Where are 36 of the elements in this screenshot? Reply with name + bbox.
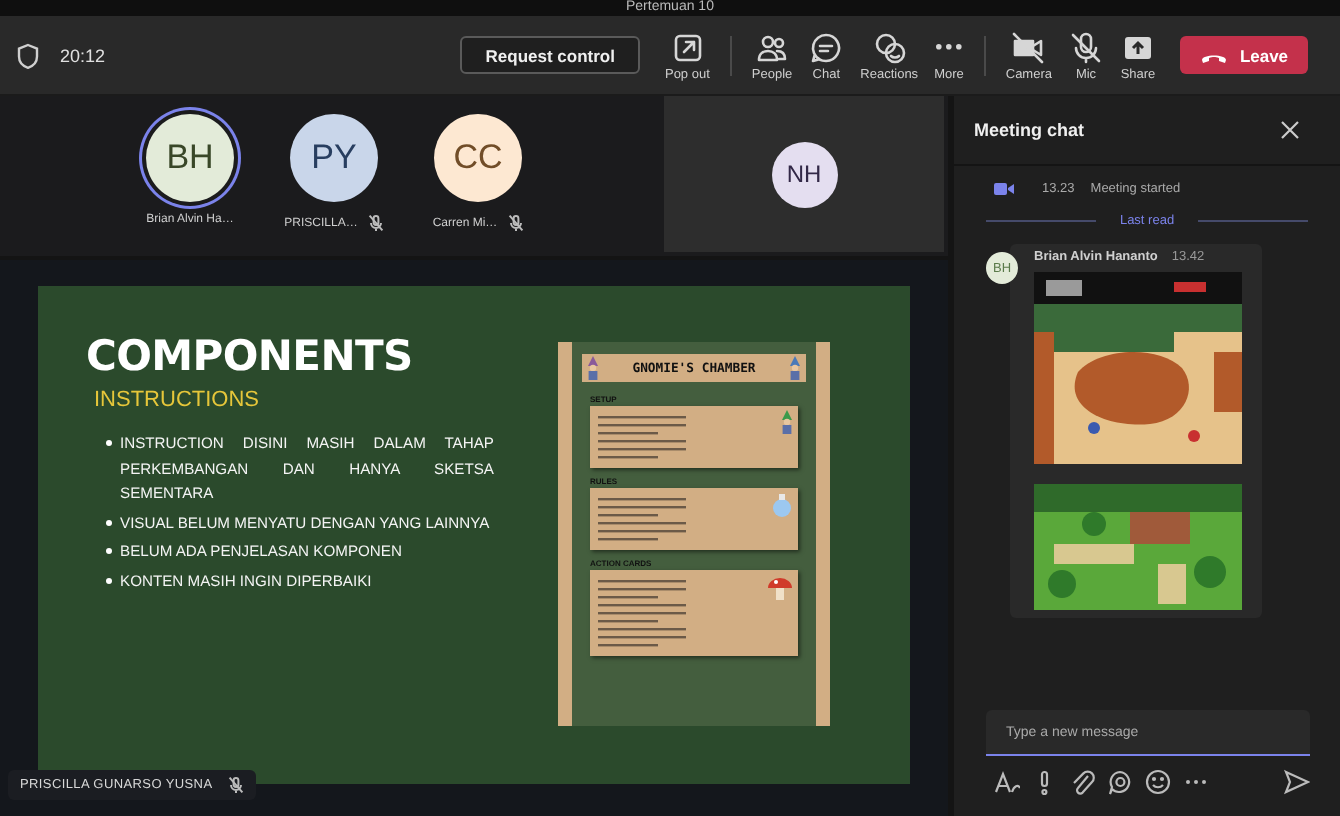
gnome-icon [586, 356, 600, 380]
participant-avatar[interactable]: PY [290, 114, 378, 202]
popout-icon [669, 29, 706, 65]
request-control-button[interactable]: Request control [459, 36, 641, 74]
bullet-icon [106, 548, 112, 554]
send-icon[interactable] [1282, 768, 1310, 796]
slide-subtitle: INSTRUCTIONS [94, 388, 261, 412]
text-lines-drawing [594, 574, 690, 652]
smiley-icon [871, 29, 908, 65]
format-icon[interactable] [992, 768, 1020, 796]
mushroom-icon [766, 574, 794, 602]
smiley-icon[interactable] [1144, 768, 1172, 796]
gnome-icon [780, 410, 794, 434]
leave-button[interactable]: Leave [1180, 36, 1308, 74]
slide-title: COMPONENTS [86, 330, 415, 382]
participant-avatar[interactable]: CC [434, 114, 522, 202]
close-icon[interactable] [1280, 120, 1300, 140]
loop-icon[interactable] [1106, 768, 1134, 796]
paperclip-icon[interactable] [1068, 768, 1096, 796]
text-lines-drawing [594, 410, 690, 464]
participant-avatar[interactable]: BH [146, 114, 234, 202]
potion-icon [770, 492, 794, 520]
chat-icon [808, 29, 845, 65]
mic-off-icon [1068, 29, 1104, 65]
bullet-icon [106, 440, 112, 446]
text-lines-drawing [594, 492, 690, 546]
meeting-timer: 20:12 [60, 45, 106, 65]
more-icon [935, 43, 962, 49]
camera-off-icon [1010, 29, 1047, 65]
participant-avatar[interactable]: NH [771, 141, 837, 207]
video-camera-icon [994, 182, 1014, 196]
gnome-icon [788, 356, 802, 380]
chat-title: Meeting chat [974, 120, 1085, 140]
bullet-icon [106, 519, 112, 525]
shield-icon [16, 41, 40, 69]
bullet-icon [106, 577, 112, 583]
